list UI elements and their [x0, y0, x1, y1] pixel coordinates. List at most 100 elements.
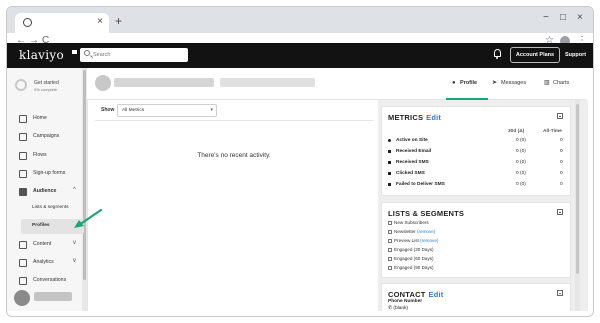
browser-tab-bar: × + − □ ×	[7, 7, 593, 33]
search-box[interactable]	[80, 48, 188, 62]
sidebar-subitem-lists-segments[interactable]: Lists & segments	[32, 205, 69, 210]
metric-all: 0	[560, 149, 563, 154]
account-plans-button[interactable]: Account Plans	[510, 47, 560, 63]
metric-row[interactable]: Active on Site 0 (0) 0	[388, 138, 564, 147]
profile-avatar	[95, 75, 111, 91]
list-item[interactable]: Engaged (90 Days)	[388, 265, 434, 270]
person-icon: ●	[452, 80, 456, 86]
tab-profile[interactable]: Profile	[460, 80, 477, 86]
sidebar-item-home[interactable]: Home	[7, 113, 88, 126]
conversations-icon	[19, 277, 27, 285]
sidebar-item-content[interactable]: Content v	[7, 239, 88, 252]
metric-all: 0	[560, 160, 563, 165]
audience-icon	[19, 188, 27, 196]
col-30d-header: 30d (Δ)	[508, 129, 525, 134]
metric-filter-select[interactable]: All Metrics ▾	[117, 104, 217, 117]
metric-label: Active on Site	[396, 138, 428, 143]
annotation-arrow-icon	[74, 208, 103, 228]
phone-value[interactable]: ✆ (blank)	[388, 306, 408, 311]
metrics-edit-link[interactable]: Edit	[426, 113, 441, 122]
list-item[interactable]: New Subscribers	[388, 220, 429, 225]
sidebar-item-campaigns[interactable]: Campaigns	[7, 131, 88, 144]
divider	[95, 120, 373, 121]
sidebar-item-flows[interactable]: Flows	[7, 150, 88, 163]
maximize-button[interactable]: □	[560, 12, 566, 23]
sidebar-item-conversations[interactable]: Conversations	[7, 275, 88, 288]
user-avatar[interactable]	[14, 290, 30, 306]
details-scroll-thumb[interactable]	[576, 104, 579, 274]
sidebar-subitem-profiles[interactable]: Profiles	[32, 223, 50, 228]
list-item[interactable]: Engaged (30 Days)	[388, 247, 434, 252]
metric-row[interactable]: Received Email 0 (0) 0	[388, 149, 564, 158]
collapse-icon[interactable]	[557, 290, 563, 296]
new-tab-button[interactable]: +	[115, 14, 122, 28]
remove-link[interactable]: (remove)	[417, 229, 435, 234]
list-icon	[388, 221, 392, 225]
profile-name-redacted	[114, 78, 214, 87]
contact-card: CONTACT Edit Phone Number ✆ (blank)	[381, 283, 571, 311]
sidebar-item-analytics[interactable]: Analytics v	[7, 257, 88, 270]
phone-label: Phone Number	[388, 299, 423, 304]
metric-row[interactable]: Clicked SMS 0 (0) 0	[388, 171, 564, 180]
metric-row[interactable]: Received SMS 0 (0) 0	[388, 160, 564, 169]
collapse-icon[interactable]	[557, 113, 563, 119]
metric-label: Received Email	[396, 149, 432, 154]
chevron-down-icon: v	[73, 258, 76, 264]
metric-30d: 0 (0)	[516, 182, 526, 187]
metric-label: Received SMS	[396, 160, 429, 165]
tab-charts[interactable]: Charts	[553, 80, 569, 86]
sidebar-item-label: Home	[33, 115, 47, 121]
signup-forms-icon	[19, 170, 27, 178]
metric-label: Failed to Deliver SMS	[396, 182, 445, 187]
contact-edit-link[interactable]: Edit	[429, 290, 444, 299]
metric-all: 0	[560, 171, 563, 176]
sidebar-item-label: Audience	[33, 188, 57, 194]
chevron-down-icon: ▾	[210, 107, 213, 113]
active-on-site-icon	[388, 139, 391, 142]
segment-icon	[388, 266, 392, 270]
metric-30d: 0 (0)	[516, 160, 526, 165]
sidebar-item-label: Campaigns	[33, 133, 60, 139]
chevron-up-icon: ^	[73, 187, 76, 193]
remove-link[interactable]: (remove)	[420, 238, 438, 243]
empty-activity-message: There's no recent activity.	[197, 152, 271, 159]
list-icon	[388, 239, 392, 243]
metric-row[interactable]: Failed to Deliver SMS 0 (0) 0	[388, 182, 564, 191]
metric-all: 0	[560, 138, 563, 143]
analytics-icon	[19, 259, 27, 267]
sidebar-item-signup-forms[interactable]: Sign-up forms	[7, 168, 88, 181]
send-icon: ➤	[492, 80, 498, 86]
profile-email-redacted	[220, 78, 315, 87]
metric-filter-value: All Metrics	[122, 108, 145, 113]
sidebar-item-label: Flows	[33, 152, 47, 158]
sidebar-item-label: Analytics	[33, 259, 54, 265]
klaviyo-logo[interactable]: klaviyo	[19, 48, 64, 62]
metric-30d: 0 (0)	[516, 138, 526, 143]
sidebar-item-audience[interactable]: Audience ^	[7, 186, 88, 199]
list-item[interactable]: Engaged (60 Days)	[388, 256, 434, 261]
tab-messages[interactable]: Messages	[501, 80, 526, 86]
search-input[interactable]	[93, 49, 183, 61]
window-close-button[interactable]: ×	[577, 12, 583, 23]
flows-icon	[19, 152, 27, 160]
list-icon	[388, 230, 392, 234]
sms-icon	[388, 172, 391, 175]
collapse-icon[interactable]	[557, 209, 563, 215]
lists-title: LISTS & SEGMENTS	[388, 209, 465, 218]
notification-bell-icon[interactable]	[494, 49, 501, 59]
home-icon	[19, 115, 27, 123]
minimize-button[interactable]: −	[543, 12, 549, 23]
list-item[interactable]: Preview List (remove)	[388, 238, 438, 243]
sidebar-item-label: Sign-up forms	[33, 170, 66, 176]
metric-30d: 0 (0)	[516, 171, 526, 176]
segment-icon	[388, 257, 392, 261]
browser-tab[interactable]: ×	[15, 13, 109, 33]
user-name-redacted	[34, 292, 72, 301]
metrics-card: METRICS Edit 30d (Δ) All-Time Active on S…	[381, 106, 571, 196]
progress-ring-icon	[15, 79, 27, 91]
tab-close-icon[interactable]: ×	[97, 16, 103, 27]
sms-icon	[388, 183, 391, 186]
get-started-title[interactable]: Get started	[34, 80, 59, 86]
list-item[interactable]: Newsletter (remove)	[388, 229, 435, 234]
support-link[interactable]: Support	[565, 52, 586, 58]
